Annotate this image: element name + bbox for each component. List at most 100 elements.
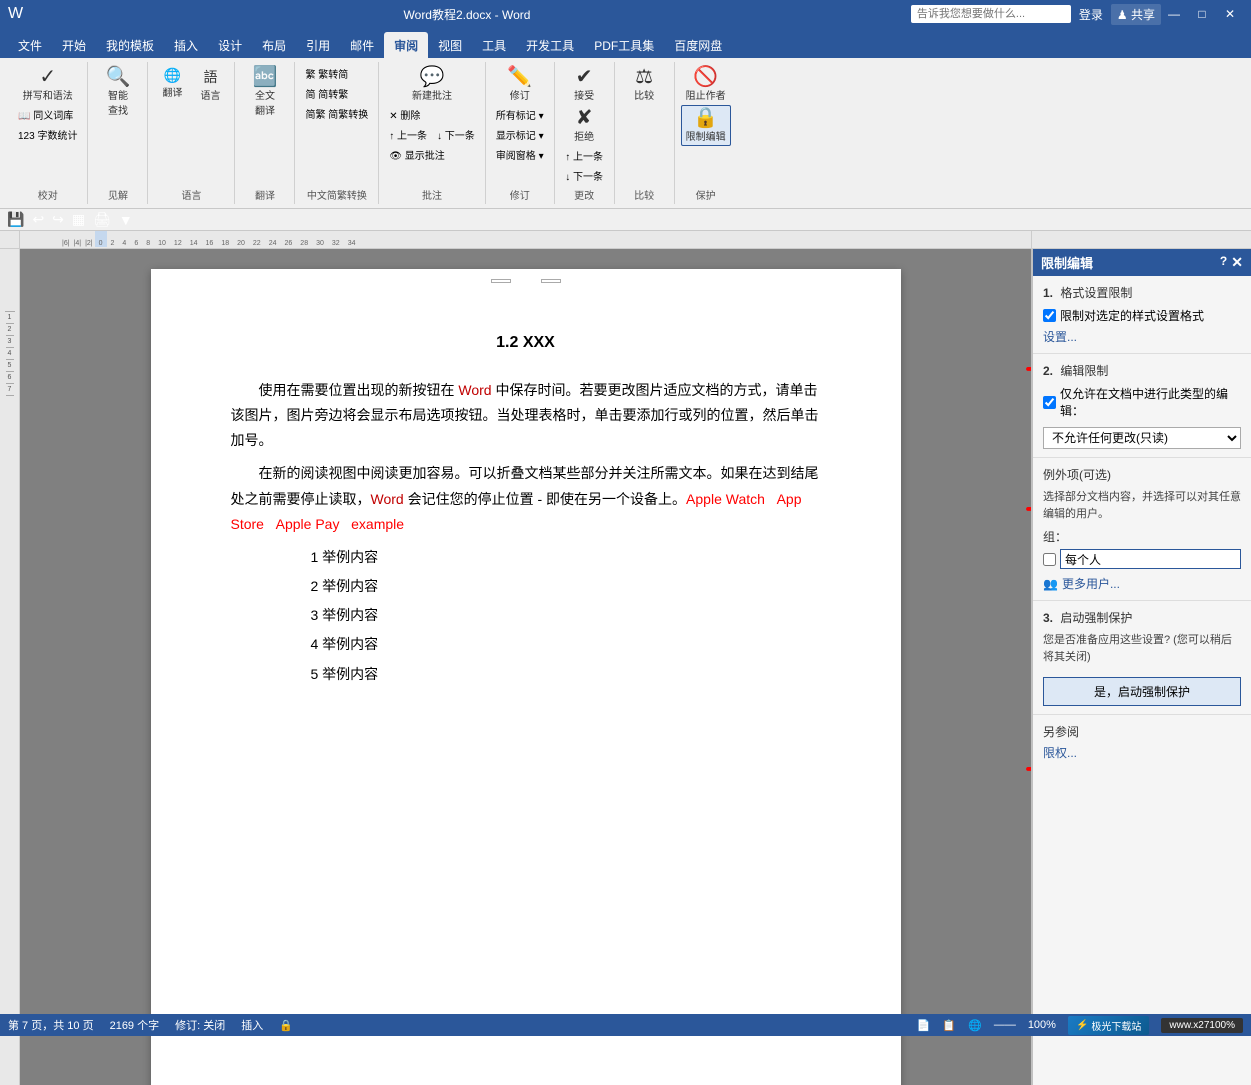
btn-next-change[interactable]: ↓ 下一条 — [561, 166, 607, 185]
left-ruler: 1 2 3 4 5 6 7 — [0, 249, 20, 1085]
tab-review[interactable]: 审阅 — [384, 32, 428, 58]
list-item-3: 3 举例内容 — [311, 603, 821, 628]
btn-all-markup[interactable]: 所有标记 ▾ — [492, 105, 548, 124]
title-controls: — □ ✕ — [1161, 5, 1243, 23]
doc-list: 1 举例内容 2 举例内容 3 举例内容 4 举例内容 5 举例内容 — [311, 545, 821, 687]
btn-smart-lookup[interactable]: 🔍 智能 查找 — [100, 64, 136, 120]
section4-description: 您是否准备应用这些设置? (您可以稍后将其关闭) — [1043, 632, 1241, 665]
view-page-btn[interactable]: 📋 — [942, 1019, 956, 1032]
tab-baidu[interactable]: 百度网盘 — [664, 32, 732, 58]
btn-compare[interactable]: ⚖ 比较 — [626, 64, 662, 105]
qa-more[interactable]: ▼ — [116, 212, 136, 228]
title-bar-title: Word教程2.docx - Word — [23, 6, 911, 23]
qa-redo[interactable]: ↪ — [49, 211, 67, 228]
tab-mail[interactable]: 邮件 — [340, 32, 384, 58]
btn-new-comment[interactable]: 💬 新建批注 — [407, 64, 457, 105]
view-read-btn[interactable]: 📄 — [917, 1019, 931, 1032]
btn-prev-comment[interactable]: ↑ 上一条 — [385, 125, 431, 144]
btn-block-authors[interactable]: 🚫 阻止作者 — [681, 64, 731, 105]
section1-checkbox-label: 限制对选定的样式设置格式 — [1060, 307, 1204, 324]
btn-convert[interactable]: 简繁 简繁转换 — [301, 104, 372, 123]
tab-design[interactable]: 设计 — [208, 32, 252, 58]
search-input[interactable] — [911, 5, 1071, 23]
tab-view[interactable]: 视图 — [428, 32, 472, 58]
red-arrow-2: ➜ — [1024, 489, 1031, 527]
btn-spelling[interactable]: ✓ 拼写和语法 — [18, 64, 78, 105]
list-item-4: 4 举例内容 — [311, 632, 821, 657]
share-button[interactable]: ♟ 共享 — [1111, 4, 1161, 25]
btn-wordcount[interactable]: 123 字数统计 — [14, 125, 81, 144]
tab-dev[interactable]: 开发工具 — [516, 32, 584, 58]
btn-track-changes[interactable]: ✏️ 修订 — [502, 64, 538, 105]
view-web-btn[interactable]: 🌐 — [968, 1019, 982, 1032]
panel-section-exceptions: 例外项(可选) 选择部分文档内容，并选择可以对其任意编辑的用户。 组： 👥 更多… — [1033, 458, 1251, 601]
qa-print[interactable]: 🖨 — [90, 211, 114, 228]
word-highlight-1: Word — [458, 382, 491, 398]
qa-save[interactable]: 💾 — [4, 211, 27, 228]
block-authors-icon: 🚫 — [693, 67, 718, 87]
section1-title: 1. 格式设置限制 — [1043, 284, 1241, 301]
section2-checkbox-label: 仅允许在文档中进行此类型的编辑： — [1060, 385, 1241, 419]
btn-accept[interactable]: ✔ 接受 — [566, 64, 602, 105]
status-page: 第 7 页，共 10 页 — [8, 1017, 94, 1033]
btn-full-translate[interactable]: 🔤 全文 翻译 — [247, 64, 283, 120]
qa-undo[interactable]: ↩ — [29, 211, 47, 228]
section4-title: 3. 启动强制保护 — [1043, 609, 1241, 626]
btn-traditional-to-simplified[interactable]: 繁 繁转简 — [301, 64, 372, 83]
enforce-protection-button[interactable]: 是，启动强制保护 — [1043, 677, 1241, 706]
editing-restriction-select[interactable]: 不允许任何更改(只读) 批注 填写窗体 修订 — [1043, 427, 1241, 449]
tab-home[interactable]: 开始 — [52, 32, 96, 58]
tab-insert[interactable]: 插入 — [164, 32, 208, 58]
btn-translate[interactable]: 🌐 翻译 — [154, 64, 190, 105]
full-translate-icon: 🔤 — [253, 67, 278, 87]
red-arrow-3: ➜ — [1024, 749, 1031, 787]
list-item-5: 5 举例内容 — [311, 662, 821, 687]
tab-tools[interactable]: 工具 — [472, 32, 516, 58]
document-scroll-area[interactable]: 1.2 XXX 使用在需要位置出现的新按钮在 Word 中保存时间。若要更改图片… — [20, 249, 1031, 1085]
ribbon-group-compare: ⚖ 比较 比较 — [615, 62, 675, 204]
status-zoom: —— — [994, 1019, 1016, 1031]
section2-checkbox[interactable] — [1043, 396, 1056, 409]
settings-link[interactable]: 设置... — [1043, 328, 1241, 345]
title-bar: W Word教程2.docx - Word 登录 ♟ 共享 — □ ✕ — [0, 0, 1251, 28]
more-users-link[interactable]: 👥 更多用户... — [1043, 575, 1241, 592]
tab-layout[interactable]: 布局 — [252, 32, 296, 58]
status-right: 📄 📋 🌐 —— 100% ⚡ 极光下载站 www.x27100% — [917, 1016, 1243, 1035]
section1-checkbox[interactable] — [1043, 309, 1056, 322]
minimize-button[interactable]: — — [1161, 5, 1187, 23]
section1-checkbox-row: 限制对选定的样式设置格式 — [1043, 307, 1241, 324]
ruler-right-spacer — [1031, 231, 1251, 249]
ribbon-group-track: ✏️ 修订 所有标记 ▾ 显示标记 ▾ 审阅窗格 ▾ 修订 — [486, 62, 555, 204]
everyone-checkbox[interactable] — [1043, 553, 1056, 566]
qa-format[interactable]: ▦ — [69, 211, 88, 228]
everyone-input[interactable] — [1060, 549, 1241, 569]
btn-delete-comment[interactable]: ✕ 删除 — [385, 105, 479, 124]
section2-title: 2. 编辑限制 — [1043, 362, 1241, 379]
toolbar-row: 💾 ↩ ↪ ▦ 🖨 ▼ — [0, 209, 1251, 231]
btn-next-comment[interactable]: ↓ 下一条 — [433, 125, 479, 144]
tab-pdf[interactable]: PDF工具集 — [584, 32, 664, 58]
btn-show-markup[interactable]: 显示标记 ▾ — [492, 125, 548, 144]
section3-title: 例外项(可选) — [1043, 466, 1241, 483]
tab-mytemplate[interactable]: 我的模板 — [96, 32, 164, 58]
btn-thesaurus[interactable]: 📖 同义词库 — [14, 105, 81, 124]
login-button[interactable]: 登录 — [1079, 6, 1103, 23]
example-text: example — [351, 516, 404, 532]
close-button[interactable]: ✕ — [1217, 5, 1243, 23]
panel-help-icon[interactable]: ? — [1220, 254, 1227, 271]
btn-simplified-to-traditional[interactable]: 简 简转繁 — [301, 84, 372, 103]
btn-review-pane[interactable]: 审阅窗格 ▾ — [492, 145, 548, 164]
btn-language[interactable]: 語 语言 — [192, 64, 228, 105]
tab-file[interactable]: 文件 — [8, 32, 52, 58]
btn-reject[interactable]: ✘ 拒绝 — [566, 105, 602, 146]
panel-title: 限制编辑 — [1041, 253, 1093, 272]
panel-close-button[interactable]: ✕ — [1231, 254, 1243, 271]
btn-restrict-editing[interactable]: 🔒 限制编辑 — [681, 105, 731, 146]
btn-prev-change[interactable]: ↑ 上一条 — [561, 146, 607, 165]
btn-show-comments[interactable]: 👁 显示批注 — [385, 145, 479, 164]
also-see-link[interactable]: 限权... — [1043, 746, 1077, 760]
doc-title: 1.2 XXX — [231, 329, 821, 358]
document-page[interactable]: 1.2 XXX 使用在需要位置出现的新按钮在 Word 中保存时间。若要更改图片… — [151, 269, 901, 1085]
tab-references[interactable]: 引用 — [296, 32, 340, 58]
restore-button[interactable]: □ — [1189, 5, 1215, 23]
